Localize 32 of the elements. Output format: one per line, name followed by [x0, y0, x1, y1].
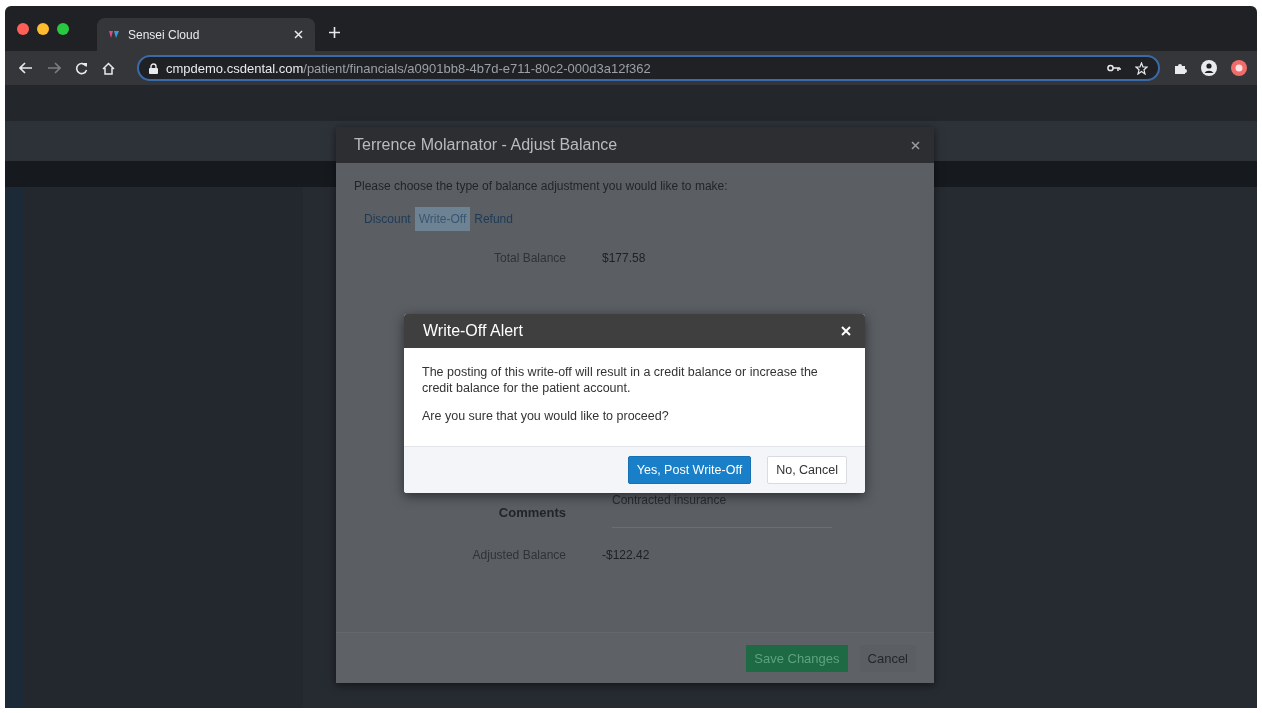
instruction-text: Please choose the type of balance adjustment you would like to make:: [354, 179, 729, 193]
reload-icon[interactable]: [75, 61, 88, 75]
close-tab-icon[interactable]: [294, 30, 303, 39]
amount-value: $177.58: [602, 251, 646, 265]
home-icon[interactable]: [102, 61, 115, 75]
back-icon[interactable]: [19, 62, 33, 74]
key-icon[interactable]: [1107, 64, 1121, 72]
address-bar[interactable]: cmpdemo.csdental.com/patient/financials/a0901bb8-4b7d-e711-80c2-000d3a12f362: [137, 55, 1160, 81]
maximize-window-icon[interactable]: [57, 22, 69, 35]
alert-message: The posting of this write-off will result in a credit balance or increase the credit balance for the patient account.: [422, 364, 819, 396]
cancel-button[interactable]: No, Cancel: [767, 456, 847, 484]
browser-tab[interactable]: Sensei Cloud: [97, 18, 315, 51]
new-tab-icon[interactable]: [329, 27, 340, 38]
close-icon[interactable]: [911, 140, 920, 150]
confirm-button[interactable]: Yes, Post Write-Off: [627, 456, 752, 484]
profile-icon[interactable]: [1201, 60, 1217, 76]
save-button[interactable]: Save Changes: [746, 644, 848, 672]
record-icon[interactable]: [1231, 60, 1247, 76]
lock-icon: [149, 62, 158, 74]
dialog-title: Terrence Molarnator - Adjust Balance: [354, 136, 618, 154]
adjustment-type-tab[interactable]: Refund: [470, 207, 517, 231]
minimize-window-icon[interactable]: [37, 22, 49, 35]
adjustment-type-tab[interactable]: Discount: [360, 207, 415, 231]
star-icon[interactable]: [1135, 61, 1148, 75]
alert-message: Are you sure that you would like to proceed?: [422, 408, 670, 424]
app-logo-icon: [109, 30, 119, 39]
close-window-icon[interactable]: [17, 22, 29, 35]
amount-value: -$122.42: [602, 548, 650, 562]
dialog-title: Write-Off Alert: [423, 322, 523, 340]
field-label: Comments: [497, 505, 566, 520]
forward-icon[interactable]: [47, 62, 61, 74]
puzzle-piece-icon[interactable]: [1174, 61, 1187, 75]
